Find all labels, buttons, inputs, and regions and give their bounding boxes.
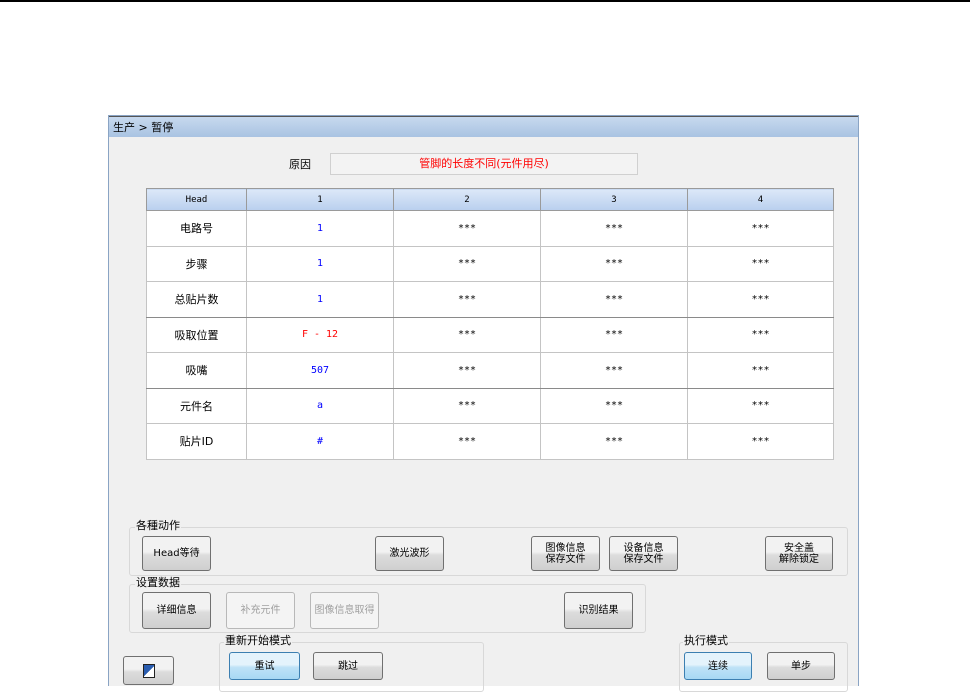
table-cell: *** bbox=[687, 281, 834, 318]
label-line: 图像信息 bbox=[545, 542, 586, 554]
table-cell: a bbox=[246, 387, 394, 424]
icon-button[interactable] bbox=[123, 656, 174, 685]
row-label: 总贴片数 bbox=[146, 281, 247, 318]
actions-group bbox=[129, 527, 848, 576]
get-image-info-button[interactable]: 图像信息取得 bbox=[310, 592, 379, 629]
table-cell: *** bbox=[393, 387, 541, 424]
table-cell: 1 bbox=[246, 245, 394, 282]
table-cell: *** bbox=[687, 210, 834, 247]
table-row: 电路号 1 *** *** *** bbox=[146, 210, 834, 247]
row-label: 吸取位置 bbox=[146, 316, 247, 353]
row-label: 吸嘴 bbox=[146, 352, 247, 389]
table-row: 总贴片数 1 *** *** *** bbox=[146, 281, 834, 318]
table-cell: *** bbox=[540, 423, 688, 460]
table-cell: *** bbox=[540, 210, 688, 247]
continuous-button[interactable]: 连续 bbox=[684, 652, 752, 680]
table-cell: *** bbox=[393, 245, 541, 282]
reason-value: 管脚的长度不同(元件用尽) bbox=[330, 153, 638, 175]
table-row: 贴片ID # *** *** *** bbox=[146, 423, 834, 460]
table-cell: *** bbox=[687, 316, 834, 353]
pause-window: 生产 > 暂停 原因 管脚的长度不同(元件用尽) Head 1 2 3 4 电路… bbox=[108, 115, 859, 692]
col-header: 4 bbox=[687, 188, 834, 211]
head-wait-button[interactable]: Head等待 bbox=[142, 536, 211, 571]
col-header: 1 bbox=[246, 188, 394, 211]
label-line: 解除锁定 bbox=[779, 553, 819, 565]
col-header: 3 bbox=[540, 188, 688, 211]
retry-button[interactable]: 重试 bbox=[229, 652, 300, 680]
reason-label: 原因 bbox=[289, 158, 311, 171]
supplement-component-button[interactable]: 补充元件 bbox=[226, 592, 295, 629]
table-cell: 1 bbox=[246, 281, 394, 318]
table-row: 步骤 1 *** *** *** bbox=[146, 245, 834, 282]
table-cell: *** bbox=[393, 316, 541, 353]
save-image-info-button[interactable]: 图像信息 保存文件 bbox=[531, 536, 600, 571]
label-line: 保存文件 bbox=[623, 553, 664, 565]
table-cell: *** bbox=[687, 423, 834, 460]
row-label: 电路号 bbox=[146, 210, 247, 247]
table-row: 吸嘴 507 *** *** *** bbox=[146, 352, 834, 389]
table-cell: *** bbox=[687, 352, 834, 389]
recognition-result-button[interactable]: 识别结果 bbox=[564, 592, 633, 629]
table-cell: *** bbox=[540, 281, 688, 318]
label-line: 保存文件 bbox=[545, 553, 586, 565]
row-label: 贴片ID bbox=[146, 423, 247, 460]
table-cell: *** bbox=[393, 423, 541, 460]
actions-label: 各種动作 bbox=[135, 519, 181, 532]
settings-label: 设置数据 bbox=[135, 576, 181, 589]
col-header: Head bbox=[146, 188, 247, 211]
top-border bbox=[0, 0, 970, 2]
table-cell: *** bbox=[687, 245, 834, 282]
table-row: 元件名 a *** *** *** bbox=[146, 387, 834, 424]
save-device-info-button[interactable]: 设备信息 保存文件 bbox=[609, 536, 678, 571]
detail-info-button[interactable]: 详细信息 bbox=[142, 592, 211, 629]
single-step-button[interactable]: 单步 bbox=[767, 652, 835, 680]
laser-waveform-button[interactable]: 激光波形 bbox=[375, 536, 444, 571]
table-cell: *** bbox=[540, 352, 688, 389]
table-cell: *** bbox=[540, 316, 688, 353]
table-cell: *** bbox=[687, 387, 834, 424]
table-cell: *** bbox=[540, 387, 688, 424]
exec-mode-label: 执行模式 bbox=[683, 634, 729, 647]
col-header: 2 bbox=[393, 188, 541, 211]
skip-button[interactable]: 跳过 bbox=[313, 652, 383, 680]
label-line: 安全盖 bbox=[784, 542, 814, 554]
table-cell: *** bbox=[393, 352, 541, 389]
table-cell: *** bbox=[393, 281, 541, 318]
table-cell: # bbox=[246, 423, 394, 460]
unlock-cover-button[interactable]: 安全盖 解除锁定 bbox=[765, 536, 833, 571]
table-cell: 507 bbox=[246, 352, 394, 389]
head-info-table: Head 1 2 3 4 电路号 1 *** *** *** 步骤 1 *** *** *** 总贴… bbox=[146, 188, 834, 460]
table-cell: F - 12 bbox=[246, 316, 394, 353]
table-cell: 1 bbox=[246, 210, 394, 247]
row-label: 步骤 bbox=[146, 245, 247, 282]
table-cell: *** bbox=[393, 210, 541, 247]
row-label: 元件名 bbox=[146, 387, 247, 424]
table-cell: *** bbox=[540, 245, 688, 282]
restart-mode-label: 重新开始模式 bbox=[224, 634, 292, 647]
window-title: 生产 > 暂停 bbox=[109, 116, 858, 137]
label-line: 设备信息 bbox=[623, 542, 664, 554]
window-icon bbox=[142, 663, 155, 678]
table-row: 吸取位置 F - 12 *** *** *** bbox=[146, 316, 834, 353]
